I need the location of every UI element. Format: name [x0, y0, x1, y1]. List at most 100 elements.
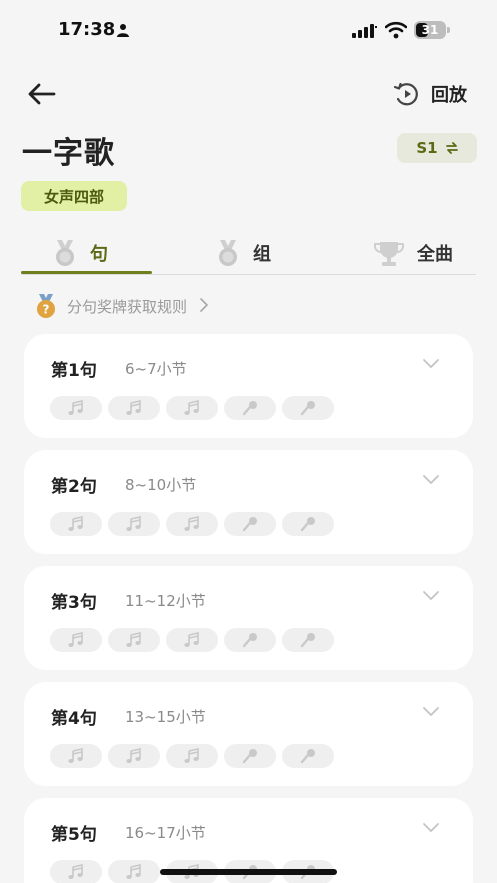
practice-pills [50, 396, 334, 420]
music-note-icon [184, 748, 199, 763]
screen: 17:38 31 回放 一字歌 S1 女声四部 句 组 全曲 ? 分句奖牌获取规… [0, 0, 497, 883]
practice-pill[interactable] [108, 744, 160, 768]
svg-text:?: ? [43, 303, 50, 317]
battery-icon: 31 [414, 21, 450, 39]
swap-icon [445, 142, 458, 154]
music-note-icon [126, 632, 141, 647]
medal-icon [56, 240, 74, 266]
tab-full-song[interactable]: 全曲 [373, 233, 453, 273]
practice-pill[interactable] [50, 512, 102, 536]
sentence-bars: 13~15小节 [125, 708, 206, 726]
signal-icon [352, 24, 377, 38]
microphone-icon [242, 749, 257, 764]
chevron-down-icon[interactable] [422, 706, 440, 718]
music-note-icon [126, 748, 141, 763]
trophy-icon [374, 242, 404, 266]
sentence-card[interactable]: 第1句 6~7小节 [24, 334, 473, 438]
practice-pill[interactable] [166, 512, 218, 536]
home-indicator [160, 869, 337, 875]
battery-level: 31 [421, 23, 439, 37]
arrow-left-icon [28, 83, 56, 105]
practice-pill[interactable] [224, 628, 276, 652]
sentence-title: 第3句 [51, 593, 97, 613]
sentence-title: 第1句 [51, 361, 97, 381]
music-note-icon [68, 516, 83, 531]
practice-pill[interactable] [108, 628, 160, 652]
voice-part-badge: 女声四部 [21, 181, 127, 211]
microphone-icon [242, 517, 257, 532]
practice-pill[interactable] [108, 396, 160, 420]
practice-pill[interactable] [50, 860, 102, 883]
music-note-icon [184, 632, 199, 647]
replay-label: 回放 [431, 85, 467, 106]
status-bar: 17:38 31 [0, 0, 497, 60]
medal-rules-label: 分句奖牌获取规则 [67, 297, 188, 316]
tab-sentence-label: 句 [90, 244, 108, 265]
status-time: 17:38 [58, 19, 116, 40]
sentence-title: 第4句 [51, 709, 97, 729]
practice-pill[interactable] [282, 396, 334, 420]
microphone-icon [300, 517, 315, 532]
practice-pill[interactable] [224, 396, 276, 420]
microphone-icon [300, 401, 315, 416]
music-note-icon [126, 400, 141, 415]
season-switch-button[interactable]: S1 [397, 133, 477, 163]
practice-pills [50, 744, 334, 768]
music-note-icon [68, 400, 83, 415]
tab-group-label: 组 [253, 244, 271, 265]
tab-indicator [21, 271, 152, 274]
practice-pill[interactable] [224, 512, 276, 536]
music-note-icon [68, 864, 83, 879]
tab-group[interactable]: 组 [215, 233, 271, 273]
chevron-down-icon[interactable] [422, 358, 440, 370]
practice-pill[interactable] [166, 628, 218, 652]
wifi-icon [385, 21, 407, 39]
sentence-bars: 6~7小节 [125, 360, 187, 378]
chevron-down-icon[interactable] [422, 590, 440, 602]
music-note-icon [184, 400, 199, 415]
tab-sentence[interactable]: 句 [52, 233, 108, 273]
practice-pill[interactable] [50, 396, 102, 420]
practice-pill[interactable] [224, 744, 276, 768]
tab-bar: 句 组 全曲 [21, 233, 476, 275]
practice-pill[interactable] [50, 744, 102, 768]
practice-pill[interactable] [166, 396, 218, 420]
sentence-bars: 8~10小节 [125, 476, 197, 494]
replay-button[interactable]: 回放 [393, 78, 467, 110]
sentence-title: 第2句 [51, 477, 97, 497]
microphone-icon [242, 633, 257, 648]
practice-pills [50, 628, 334, 652]
chevron-right-icon [199, 297, 209, 316]
medal-rules-link[interactable]: ? 分句奖牌获取规则 [33, 293, 209, 319]
back-button[interactable] [24, 78, 58, 110]
practice-pill[interactable] [282, 744, 334, 768]
practice-pill[interactable] [282, 512, 334, 536]
microphone-icon [300, 749, 315, 764]
practice-pills [50, 512, 334, 536]
sentence-bars: 16~17小节 [125, 824, 206, 842]
practice-pill[interactable] [166, 744, 218, 768]
season-label: S1 [416, 139, 438, 157]
music-note-icon [68, 748, 83, 763]
person-icon [117, 24, 129, 37]
medal-icon [219, 240, 237, 266]
song-title: 一字歌 [22, 136, 115, 171]
music-note-icon [126, 516, 141, 531]
practice-pill[interactable] [108, 860, 160, 883]
practice-pill[interactable] [50, 628, 102, 652]
microphone-icon [300, 633, 315, 648]
chevron-down-icon[interactable] [422, 474, 440, 486]
question-medal-icon: ? [37, 294, 55, 318]
practice-pill[interactable] [108, 512, 160, 536]
sentence-card[interactable]: 第3句 11~12小节 [24, 566, 473, 670]
practice-pill[interactable] [282, 628, 334, 652]
sentence-card[interactable]: 第2句 8~10小节 [24, 450, 473, 554]
replay-icon [393, 82, 418, 106]
sentence-card[interactable]: 第4句 13~15小节 [24, 682, 473, 786]
music-note-icon [126, 864, 141, 879]
tab-full-song-label: 全曲 [417, 244, 453, 265]
music-note-icon [184, 516, 199, 531]
music-note-icon [68, 632, 83, 647]
sentence-title: 第5句 [51, 825, 97, 845]
chevron-down-icon[interactable] [422, 822, 440, 834]
